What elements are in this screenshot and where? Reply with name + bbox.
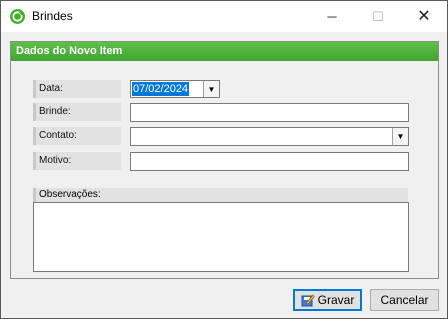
brinde-input[interactable] [130, 103, 409, 122]
contato-label: Contato: [33, 127, 121, 145]
gravar-button[interactable]: Gravar [293, 289, 362, 311]
motivo-input[interactable] [130, 152, 409, 171]
cancelar-button[interactable]: Cancelar [370, 289, 439, 311]
new-item-group: Dados do Novo Item Data: 07/02/2024 ▼ Br… [10, 41, 439, 279]
observacoes-label: Observações: [33, 188, 408, 202]
chevron-down-icon[interactable]: ▼ [203, 81, 219, 97]
gravar-label: Gravar [317, 293, 355, 307]
group-header: Dados do Novo Item [11, 42, 438, 61]
contato-select[interactable]: ▼ [130, 127, 409, 146]
date-label: Data: [33, 80, 121, 98]
minimize-button[interactable]: ─ [309, 1, 355, 32]
observacoes-textarea[interactable] [33, 202, 409, 272]
close-button[interactable]: ✕ [401, 1, 447, 32]
app-check-icon [10, 9, 25, 24]
title-bar[interactable]: Brindes ─ ☐ ✕ [1, 1, 447, 32]
dialog-window: Brindes ─ ☐ ✕ Dados do Novo Item Data: 0… [0, 0, 448, 319]
motivo-label: Motivo: [33, 152, 121, 170]
brinde-label: Brinde: [33, 103, 121, 121]
dialog-client-area: Dados do Novo Item Data: 07/02/2024 ▼ Br… [1, 32, 447, 318]
date-value[interactable]: 07/02/2024 [132, 82, 190, 96]
window-title: Brindes [32, 9, 73, 23]
chevron-down-icon[interactable]: ▼ [392, 128, 408, 145]
save-pencil-icon [301, 293, 315, 307]
date-picker[interactable]: 07/02/2024 ▼ [130, 80, 220, 98]
maximize-button[interactable]: ☐ [355, 1, 401, 32]
